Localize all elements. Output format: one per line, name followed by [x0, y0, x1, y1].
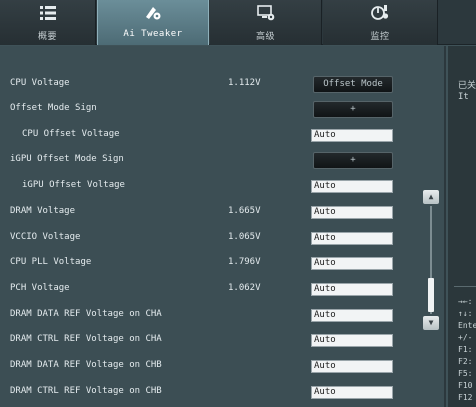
dram-data-ref-chb-input[interactable]: Auto — [311, 360, 393, 373]
key-hint: +/- — [458, 333, 473, 342]
tab-overview[interactable]: 概要 — [0, 0, 96, 45]
setting-label: PCH Voltage — [10, 283, 70, 293]
key-hint: F1: — [458, 345, 473, 354]
key-legend: →←: ↑↓: Ente +/- F1: F2: F5: F10 F12 — [458, 296, 476, 404]
dram-data-ref-cha-input[interactable]: Auto — [311, 309, 393, 322]
cpu-offset-voltage-input[interactable]: Auto — [311, 129, 393, 142]
setting-row-vccio-voltage: VCCIO Voltage 1.065V Auto — [0, 226, 420, 252]
tab-label: Ai Tweaker — [123, 29, 183, 39]
scrollbar[interactable]: ▲ ▼ — [423, 190, 439, 330]
tab-advanced[interactable]: 高级 — [210, 0, 322, 45]
key-hint: F12 — [458, 393, 473, 402]
setting-label: CPU Voltage — [10, 78, 70, 88]
setting-row-cpu-voltage: CPU Voltage 1.112V Offset Mode — [0, 72, 420, 98]
tab-label: 高级 — [255, 32, 275, 42]
setting-row-cpu-pll-voltage: CPU PLL Voltage 1.796V Auto — [0, 251, 420, 277]
vccio-voltage-input[interactable]: Auto — [311, 232, 393, 245]
setting-label: DRAM CTRL REF Voltage on CHB — [10, 386, 162, 396]
offset-sign-button[interactable]: + — [313, 101, 393, 118]
key-hint: ↑↓: — [458, 309, 473, 318]
tab-label: 概要 — [37, 32, 57, 42]
dram-voltage-input[interactable]: Auto — [311, 206, 393, 219]
setting-row-dram-data-ref-cha: DRAM DATA REF Voltage on CHA Auto — [0, 303, 420, 329]
help-panel: 已关 It →←: ↑↓: Ente +/- F1: F2: F5: F10 F… — [448, 46, 476, 407]
settings-panel: CPU Voltage 1.112V Offset Mode Offset Mo… — [0, 46, 446, 407]
setting-row-dram-ctrl-ref-cha: DRAM CTRL REF Voltage on CHA Auto — [0, 328, 420, 354]
dram-ctrl-ref-chb-input[interactable]: Auto — [311, 386, 393, 399]
cpu-voltage-mode-button[interactable]: Offset Mode — [313, 76, 393, 93]
setting-value: 1.665V — [228, 206, 261, 216]
key-hint: Ente — [458, 321, 476, 330]
setting-row-igpu-offset-mode-sign: iGPU Offset Mode Sign + — [0, 148, 420, 174]
advanced-icon — [256, 5, 274, 21]
setting-label: DRAM DATA REF Voltage on CHB — [10, 360, 162, 370]
setting-row-dram-data-ref-chb: DRAM DATA REF Voltage on CHB Auto — [0, 354, 420, 380]
setting-label: iGPU Offset Voltage — [22, 180, 125, 190]
tab-bar: 概要 Ai Tweaker 高级 监控 — [0, 0, 476, 45]
setting-row-dram-ctrl-ref-chb: DRAM CTRL REF Voltage on CHB Auto — [0, 380, 420, 406]
help-title: 已关 — [458, 81, 476, 91]
setting-row-igpu-offset-voltage: iGPU Offset Voltage Auto — [0, 174, 420, 200]
setting-label: DRAM CTRL REF Voltage on CHA — [10, 334, 162, 344]
setting-label: DRAM Voltage — [10, 206, 76, 216]
setting-label: iGPU Offset Mode Sign — [10, 154, 124, 164]
key-hint: →←: — [458, 297, 473, 306]
setting-label: Offset Mode Sign — [10, 103, 97, 113]
key-hint: F5: — [458, 369, 473, 378]
setting-label: CPU PLL Voltage — [10, 257, 92, 267]
setting-label: DRAM DATA REF Voltage on CHA — [10, 309, 162, 319]
list-icon — [39, 6, 56, 20]
dram-ctrl-ref-cha-input[interactable]: Auto — [311, 334, 393, 347]
setting-label: VCCIO Voltage — [10, 232, 81, 242]
help-divider — [454, 286, 476, 287]
setting-value: 1.112V — [228, 78, 261, 88]
setting-row-dram-voltage: DRAM Voltage 1.665V Auto — [0, 200, 420, 226]
tab-label: 监控 — [370, 32, 390, 42]
igpu-offset-voltage-input[interactable]: Auto — [311, 180, 393, 193]
setting-value: 1.065V — [228, 232, 261, 242]
scroll-down-button[interactable]: ▼ — [423, 316, 439, 330]
setting-label: CPU Offset Voltage — [22, 129, 120, 139]
tab-ai-tweaker[interactable]: Ai Tweaker — [97, 0, 209, 45]
setting-row-offset-mode-sign: Offset Mode Sign + — [0, 97, 420, 123]
tab-monitor[interactable]: 监控 — [323, 0, 438, 45]
cpu-pll-voltage-input[interactable]: Auto — [311, 257, 393, 270]
setting-value: 1.062V — [228, 283, 261, 293]
monitor-icon — [371, 5, 389, 20]
key-hint: F10 — [458, 381, 473, 390]
setting-value: 1.796V — [228, 257, 261, 267]
bios-window: 概要 Ai Tweaker 高级 监控 CPU Voltage 1.112V O… — [0, 0, 476, 407]
help-description: It — [458, 92, 469, 102]
tweaker-icon — [146, 7, 161, 20]
scroll-up-button[interactable]: ▲ — [423, 190, 439, 204]
pch-voltage-input[interactable]: Auto — [311, 283, 393, 296]
setting-row-cpu-offset-voltage: CPU Offset Voltage Auto — [0, 123, 420, 149]
igpu-offset-sign-button[interactable]: + — [313, 152, 393, 169]
setting-row-pch-voltage: PCH Voltage 1.062V Auto — [0, 277, 420, 303]
scroll-thumb[interactable] — [428, 278, 434, 312]
key-hint: F2: — [458, 357, 473, 366]
